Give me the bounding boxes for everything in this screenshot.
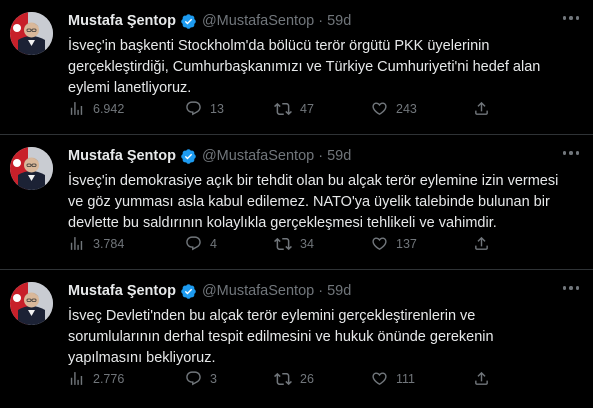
author-name[interactable]: Mustafa Şentop [68, 13, 176, 29]
timestamp[interactable]: 59d [327, 13, 351, 29]
retweet-arrows-icon [274, 237, 292, 251]
share-upload-icon [475, 101, 488, 115]
tweet-text: İsveç'in demokrasiye açık bir tehdit ola… [68, 173, 559, 231]
author-name[interactable]: Mustafa Şentop [68, 283, 176, 299]
like-button[interactable]: 111 [371, 370, 415, 387]
verified-badge-icon [180, 283, 197, 300]
tweet[interactable]: Mustafa Şentop @MustafaSentop · 59d İsve… [0, 0, 593, 135]
separator-dot: · [318, 13, 324, 29]
tweet[interactable]: Mustafa Şentop @MustafaSentop · 59d İsve… [0, 135, 593, 270]
tweet-feed: Mustafa Şentop @MustafaSentop · 59d İsve… [0, 0, 593, 408]
retweet-button[interactable]: 26 [274, 370, 314, 388]
views-button[interactable]: 2.776 [68, 370, 124, 387]
like-count: 111 [396, 371, 416, 386]
tweet[interactable]: Mustafa Şentop @MustafaSentop · 59d İsve… [0, 270, 593, 408]
reply-count: 3 [210, 371, 217, 386]
more-dots-icon[interactable] [562, 16, 579, 20]
views-count: 2.776 [93, 371, 125, 386]
speech-bubble-icon [186, 101, 201, 116]
tweet-actions: 2.776 3 26 111 [68, 370, 579, 392]
reply-button[interactable]: 13 [185, 100, 224, 117]
views-count: 3.784 [93, 236, 125, 251]
like-button[interactable]: 137 [371, 235, 417, 252]
timestamp[interactable]: 59d [327, 148, 351, 164]
speech-bubble-icon [186, 371, 201, 386]
tweet-content: Mustafa Şentop @MustafaSentop · 59d İsve… [68, 145, 579, 234]
like-count: 137 [396, 236, 417, 251]
retweet-button[interactable]: 47 [274, 100, 314, 118]
retweet-arrows-icon [274, 372, 292, 386]
heart-icon [372, 102, 387, 115]
reply-button[interactable]: 3 [185, 370, 217, 387]
separator-dot: · [318, 283, 324, 299]
bar-chart-icon [70, 102, 83, 115]
share-button[interactable] [473, 370, 490, 387]
share-button[interactable] [473, 235, 490, 252]
views-button[interactable]: 6.942 [68, 100, 124, 117]
tweet-header: Mustafa Şentop @MustafaSentop · 59d [68, 280, 579, 302]
timestamp[interactable]: 59d [327, 283, 351, 299]
verified-badge-icon [180, 148, 197, 165]
author-handle[interactable]: @MustafaSentop [202, 13, 314, 29]
more-dots-icon[interactable] [562, 151, 579, 155]
separator-dot: · [318, 148, 324, 164]
share-upload-icon [475, 236, 488, 250]
tweet-content: Mustafa Şentop @MustafaSentop · 59d İsve… [68, 10, 579, 99]
retweet-arrows-icon [274, 102, 292, 116]
views-count: 6.942 [93, 101, 125, 116]
retweet-count: 47 [300, 102, 314, 116]
avatar-photo-icon [10, 12, 53, 55]
reply-count: 13 [210, 101, 224, 116]
tweet-header: Mustafa Şentop @MustafaSentop · 59d [68, 10, 579, 32]
tweet-text: İsveç Devleti'nden bu alçak terör eylemi… [68, 308, 494, 366]
avatar[interactable] [10, 12, 53, 55]
share-button[interactable] [473, 100, 490, 117]
views-button[interactable]: 3.784 [68, 235, 124, 252]
tweet-text: İsveç'in başkenti Stockholm'da bölücü te… [68, 38, 541, 96]
like-button[interactable]: 243 [371, 100, 417, 117]
verified-badge-icon [180, 13, 197, 30]
retweet-count: 26 [300, 372, 314, 386]
author-handle[interactable]: @MustafaSentop [202, 283, 314, 299]
retweet-count: 34 [300, 237, 314, 251]
reply-button[interactable]: 4 [185, 235, 217, 252]
avatar-photo-icon [10, 147, 53, 190]
tweet-actions: 3.784 4 34 137 [68, 235, 579, 257]
tweet-header: Mustafa Şentop @MustafaSentop · 59d [68, 145, 579, 167]
avatar[interactable] [10, 147, 53, 190]
like-count: 243 [396, 101, 417, 116]
tweet-actions: 6.942 13 47 243 [68, 100, 579, 122]
speech-bubble-icon [186, 236, 201, 251]
avatar-photo-icon [10, 282, 53, 325]
share-upload-icon [475, 371, 488, 385]
reply-count: 4 [210, 236, 217, 251]
more-dots-icon[interactable] [562, 286, 579, 290]
tweet-content: Mustafa Şentop @MustafaSentop · 59d İsve… [68, 280, 579, 369]
author-handle[interactable]: @MustafaSentop [202, 148, 314, 164]
avatar[interactable] [10, 282, 53, 325]
heart-icon [372, 372, 387, 385]
bar-chart-icon [70, 237, 83, 250]
heart-icon [372, 237, 387, 250]
retweet-button[interactable]: 34 [274, 235, 314, 253]
author-name[interactable]: Mustafa Şentop [68, 148, 176, 164]
bar-chart-icon [70, 372, 83, 385]
